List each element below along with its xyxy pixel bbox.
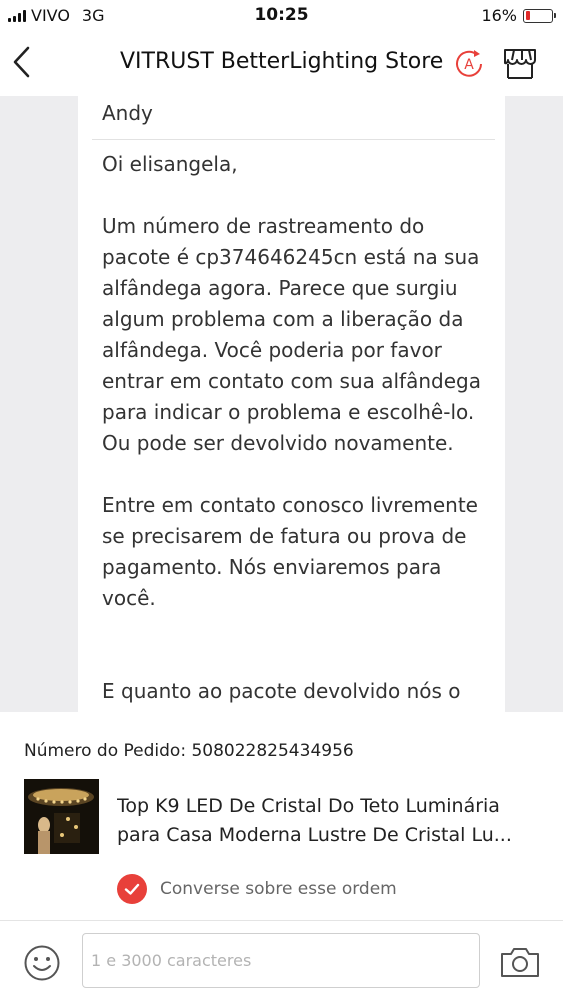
order-number: Número do Pedido: 508022825434956	[24, 741, 354, 761]
message-paragraph: Um número de rastreamento do pacote é cp…	[102, 214, 481, 455]
checkmark-icon[interactable]	[117, 874, 147, 904]
message-composer	[0, 920, 563, 1000]
conversation-area[interactable]: Andy Oi elisangela, Um número de rastrea…	[0, 96, 563, 712]
battery-icon	[523, 8, 556, 23]
camera-button[interactable]	[499, 945, 541, 979]
chevron-left-icon	[13, 46, 30, 78]
status-bar: VIVO 3G 10:25 16%	[0, 0, 563, 32]
message-input[interactable]	[82, 933, 480, 988]
product-thumbnail[interactable]	[24, 779, 99, 854]
badge-letter: A	[464, 57, 474, 73]
product-title-line: Top K9 LED De Cristal Do Teto Luminária	[117, 795, 500, 817]
product-title[interactable]: Top K9 LED De Cristal Do Teto Luminária …	[117, 792, 537, 850]
message-paragraph: Oi elisangela,	[102, 152, 238, 176]
chat-about-order-label: Converse sobre esse ordem	[160, 879, 397, 899]
status-time: 10:25	[254, 5, 309, 25]
camera-icon	[501, 948, 539, 977]
battery-percent: 16%	[481, 6, 517, 25]
chandelier-image	[24, 779, 99, 854]
store-button[interactable]	[502, 46, 538, 82]
message-paragraph: Entre em contato conosco livremente se p…	[102, 493, 478, 610]
store-title[interactable]: VITRUST BetterLighting Store	[120, 49, 443, 74]
emoji-button[interactable]	[23, 944, 61, 982]
chat-about-order-option[interactable]: Converse sobre esse ordem	[117, 874, 397, 904]
message-card: Andy Oi elisangela, Um número de rastrea…	[78, 96, 505, 712]
auto-translate-icon: A	[456, 50, 482, 77]
translate-button[interactable]: A	[452, 47, 486, 81]
sender-name: Andy	[102, 101, 153, 125]
divider	[92, 139, 495, 140]
chat-header: VITRUST BetterLighting Store A	[0, 32, 563, 96]
status-right: 16%	[481, 6, 556, 25]
message-paragraph: E quanto ao pacote devolvido nós o	[102, 679, 461, 703]
product-title-line: para Casa Moderna Lustre De Cristal Lu..…	[117, 824, 512, 846]
order-panel: Número do Pedido: 508022825434956 Top K9…	[0, 712, 563, 920]
store-icon	[504, 49, 536, 79]
back-button[interactable]	[8, 42, 40, 82]
message-body: Oi elisangela, Um número de rastreamento…	[102, 149, 494, 707]
smiley-icon	[24, 945, 60, 981]
